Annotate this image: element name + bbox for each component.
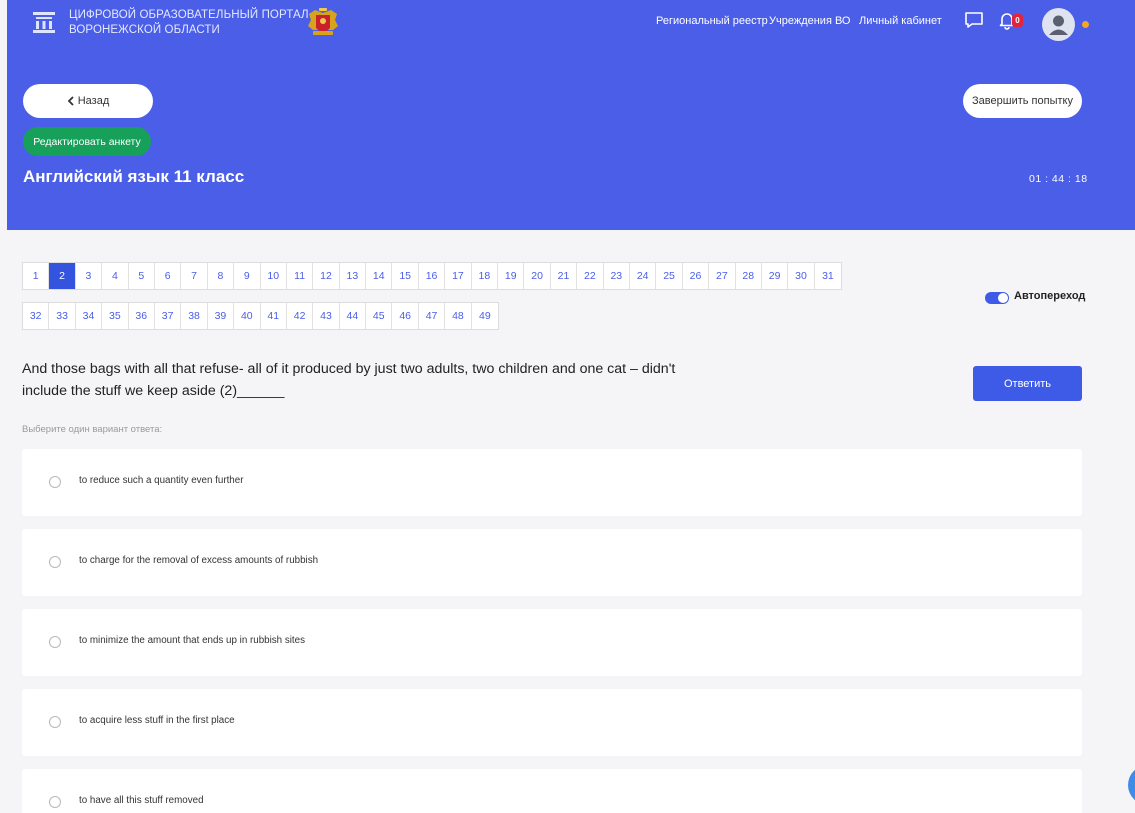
question-number-43[interactable]: 43 [313, 303, 340, 329]
question-number-23[interactable]: 23 [603, 263, 630, 289]
back-button-label: Назад [77, 95, 110, 107]
question-number-30[interactable]: 30 [788, 263, 815, 289]
answer-option[interactable]: to charge for the removal of excess amou… [22, 529, 1082, 596]
question-number-12[interactable]: 12 [313, 263, 340, 289]
chevron-left-icon [67, 96, 74, 106]
question-number-41[interactable]: 41 [260, 303, 287, 329]
option-label: to minimize the amount that ends up in r… [79, 635, 305, 646]
radio-button[interactable] [49, 716, 61, 728]
timer: 01 : 44 : 18 [1029, 173, 1088, 185]
question-number-26[interactable]: 26 [682, 263, 710, 289]
radio-button[interactable] [49, 556, 61, 568]
question-number-39[interactable]: 39 [207, 303, 235, 329]
question-number-44[interactable]: 44 [339, 303, 367, 329]
nav-regional-registry[interactable]: Региональный реестр [656, 15, 768, 27]
question-number-25[interactable]: 25 [656, 263, 683, 289]
question-number-46[interactable]: 46 [392, 303, 419, 329]
question-number-17[interactable]: 17 [445, 263, 472, 289]
portal-title-line1: ЦИФРОВОЙ ОБРАЗОВАТЕЛЬНЫЙ ПОРТАЛ [69, 9, 309, 21]
question-number-48[interactable]: 48 [445, 303, 472, 329]
portal-title-line2: ВОРОНЕЖСКОЙ ОБЛАСТИ [69, 24, 220, 36]
question-number-34[interactable]: 34 [75, 303, 103, 329]
avatar[interactable] [1042, 8, 1075, 41]
question-number-35[interactable]: 35 [102, 303, 129, 329]
question-number-13[interactable]: 13 [339, 263, 367, 289]
answer-option[interactable]: to acquire less stuff in the first place [22, 689, 1082, 756]
question-number-2[interactable]: 2 [49, 263, 76, 289]
header-bar: ЦИФРОВОЙ ОБРАЗОВАТЕЛЬНЫЙ ПОРТАЛ ВОРОНЕЖС… [7, 0, 1135, 230]
question-number-9[interactable]: 9 [234, 263, 261, 289]
question-number-42[interactable]: 42 [286, 303, 314, 329]
question-number-33[interactable]: 33 [49, 303, 76, 329]
status-dot [1082, 21, 1089, 28]
question-number-20[interactable]: 20 [524, 263, 551, 289]
autoadvance-label: Автопереход [1014, 290, 1086, 302]
portal-title[interactable]: ЦИФРОВОЙ ОБРАЗОВАТЕЛЬНЫЙ ПОРТАЛ ВОРОНЕЖС… [69, 8, 309, 38]
question-number-3[interactable]: 3 [75, 263, 103, 289]
question-number-37[interactable]: 37 [154, 303, 182, 329]
question-number-8[interactable]: 8 [207, 263, 235, 289]
radio-button[interactable] [49, 636, 61, 648]
question-number-1[interactable]: 1 [23, 263, 50, 289]
radio-button[interactable] [49, 796, 61, 808]
question-number-7[interactable]: 7 [181, 263, 208, 289]
user-icon [1049, 15, 1068, 35]
question-number-31[interactable]: 31 [814, 263, 842, 289]
question-number-6[interactable]: 6 [154, 263, 182, 289]
question-number-45[interactable]: 45 [366, 303, 393, 329]
chat-icon[interactable] [964, 11, 984, 29]
question-number-5[interactable]: 5 [128, 263, 155, 289]
radio-button[interactable] [49, 476, 61, 488]
question-number-16[interactable]: 16 [418, 263, 446, 289]
question-number-18[interactable]: 18 [471, 263, 499, 289]
question-nav-row-2: 32 33 34 35 36 37 38 39 40 41 42 43 44 45 46 47 48 49 [22, 302, 500, 330]
answer-option[interactable]: to minimize the amount that ends up in r… [22, 609, 1082, 676]
portal-logo-icon[interactable] [30, 9, 58, 37]
toggle-knob [998, 293, 1008, 303]
option-label: to charge for the removal of excess amou… [79, 555, 319, 566]
question-number-29[interactable]: 29 [761, 263, 789, 289]
question-number-10[interactable]: 10 [260, 263, 287, 289]
question-number-21[interactable]: 21 [550, 263, 578, 289]
question-number-49[interactable]: 49 [471, 303, 499, 329]
question-number-19[interactable]: 19 [498, 263, 525, 289]
finish-attempt-button[interactable]: Завершить попытку [963, 84, 1082, 118]
answer-option[interactable]: to reduce such a quantity even further [22, 449, 1082, 516]
question-number-15[interactable]: 15 [392, 263, 419, 289]
question-number-28[interactable]: 28 [735, 263, 762, 289]
answer-hint: Выберите один вариант ответа: [22, 424, 163, 435]
autoadvance-toggle[interactable] [985, 292, 1009, 304]
question-number-27[interactable]: 27 [709, 263, 736, 289]
answer-button[interactable]: Ответить [973, 366, 1082, 401]
question-number-47[interactable]: 47 [418, 303, 446, 329]
question-number-38[interactable]: 38 [181, 303, 208, 329]
page-title: Английский язык 11 класс [23, 167, 245, 186]
option-label: to reduce such a quantity even further [79, 475, 244, 486]
back-button[interactable]: Назад [23, 84, 153, 118]
floating-action-button[interactable] [1128, 765, 1135, 805]
nav-personal-cabinet[interactable]: Личный кабинет [859, 15, 942, 27]
question-number-4[interactable]: 4 [102, 263, 129, 289]
question-number-11[interactable]: 11 [286, 263, 314, 289]
question-number-32[interactable]: 32 [23, 303, 50, 329]
question-number-36[interactable]: 36 [128, 303, 155, 329]
question-number-40[interactable]: 40 [234, 303, 261, 329]
question-text: And those bags with all that refuse- all… [22, 361, 676, 399]
question-number-14[interactable]: 14 [366, 263, 393, 289]
option-label: to acquire less stuff in the first place [79, 715, 235, 726]
edit-form-button[interactable]: Редактировать анкету [23, 127, 151, 156]
question-nav-row-1: 1 2 3 4 5 6 7 8 9 10 11 12 13 14 15 16 17 18 19 20 21 22 23 24 2… [22, 262, 843, 290]
coat-of-arms-icon [308, 8, 338, 35]
nav-institutions[interactable]: Учреждения ВО [769, 15, 851, 27]
question-number-22[interactable]: 22 [577, 263, 604, 289]
answer-option[interactable]: to have all this stuff removed [22, 769, 1082, 813]
notifications-badge: 0 [1012, 14, 1023, 27]
option-label: to have all this stuff removed [79, 795, 204, 806]
question-number-24[interactable]: 24 [629, 263, 657, 289]
